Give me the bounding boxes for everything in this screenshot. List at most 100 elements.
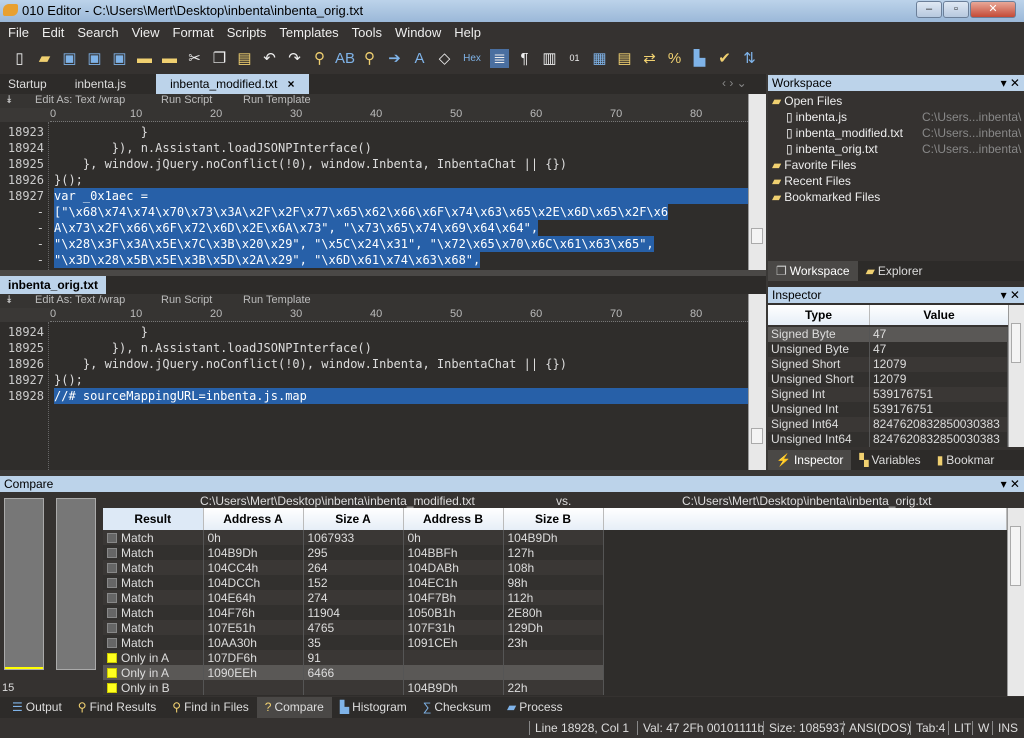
tab-close-icon[interactable]: ×: [288, 77, 295, 91]
menu-edit[interactable]: Edit: [42, 22, 73, 42]
compare-row[interactable]: Match 104B9Dh 295 104BBFh 127h: [103, 545, 1007, 560]
close-icon[interactable]: ▾ ✕: [1001, 288, 1020, 302]
menu-search[interactable]: Search: [77, 22, 127, 42]
menu-file[interactable]: File: [8, 22, 38, 42]
run-template-dropdown[interactable]: Run Template: [243, 94, 311, 106]
tab-inbenta-orig[interactable]: inbenta_orig.txt: [0, 276, 107, 294]
menu-window[interactable]: Window: [395, 22, 450, 42]
favorite-files-node[interactable]: ▰ Favorite Files: [772, 158, 856, 172]
code-line[interactable]: var _0x1aec =: [54, 188, 748, 204]
menu-help[interactable]: Help: [454, 22, 490, 42]
tab-compare[interactable]: ? Compare: [256, 697, 332, 718]
edit-as-dropdown[interactable]: Edit As: Text /wrap: [35, 94, 125, 106]
new-file-icon[interactable]: ▯: [10, 49, 29, 68]
run-template-dropdown[interactable]: Run Template: [243, 294, 311, 306]
tab-inbenta-js[interactable]: inbenta.js: [61, 74, 156, 94]
status-ins[interactable]: INS: [992, 721, 1018, 735]
tab-output[interactable]: ☰ Output: [4, 697, 70, 718]
inspector-scrollbar[interactable]: [1008, 305, 1024, 447]
columns-icon[interactable]: ▥: [540, 49, 559, 68]
status-w[interactable]: W: [972, 721, 989, 735]
inspector-row[interactable]: Signed Short 12079: [768, 357, 1008, 372]
status-encoding[interactable]: ANSI(DOS): [843, 721, 911, 735]
code-line[interactable]: ["\x68\x74\x74\x70\x73\x3A\x2F\x2F\x77\x…: [54, 204, 669, 220]
tab-workspace[interactable]: ❐ Workspace: [768, 261, 858, 281]
code-line[interactable]: }, window.jQuery.noConflict(!0), window.…: [54, 356, 567, 372]
close-icon[interactable]: ▾ ✕: [1001, 477, 1020, 491]
compare-row[interactable]: Match 104DCCh 152 104EC1h 98h: [103, 575, 1007, 590]
goto-icon[interactable]: ➔: [385, 49, 404, 68]
tab-inbenta-modified[interactable]: inbenta_modified.txt ×: [156, 74, 309, 94]
code-line[interactable]: A\x73\x2F\x66\x6F\x72\x6D\x2E\x6A\x73", …: [54, 220, 539, 236]
code-line[interactable]: "\x28\x3F\x3A\x5E\x7C\x3B\x20\x29", "\x5…: [54, 236, 654, 252]
inspector-row[interactable]: Unsigned Short 12079: [768, 372, 1008, 387]
percent-icon[interactable]: %: [665, 49, 684, 68]
compare-minimap-b[interactable]: [56, 498, 96, 670]
code-line[interactable]: //# sourceMappingURL=inbenta.js.map: [54, 388, 748, 404]
tab-find-results[interactable]: ⚲ Find Results: [70, 697, 165, 718]
compare-row[interactable]: Match 104CC4h 264 104DABh 108h: [103, 560, 1007, 575]
open-folder-icon[interactable]: ▰: [35, 49, 54, 68]
histogram-icon[interactable]: ▙: [690, 49, 709, 68]
tab-inspector[interactable]: ⚡ Inspector: [768, 450, 852, 470]
menu-view[interactable]: View: [132, 22, 169, 42]
workspace-file[interactable]: ▯ inbenta_modified.txt C:\Users...inbenta\: [786, 126, 1022, 140]
run-script-dropdown[interactable]: Run Script: [161, 294, 212, 306]
find-in-files-icon[interactable]: ⚲: [360, 49, 379, 68]
swap-icon[interactable]: ⇄: [640, 49, 659, 68]
paste-icon[interactable]: ▤: [235, 49, 254, 68]
folders-icon[interactable]: ▬: [160, 49, 179, 68]
code-line[interactable]: }();: [54, 172, 83, 188]
minimize-button[interactable]: –: [916, 1, 942, 18]
run-script-dropdown[interactable]: Run Script: [161, 94, 212, 106]
inspector-row[interactable]: Unsigned Int64 8247620832850030383: [768, 432, 1008, 447]
menu-tools[interactable]: Tools: [352, 22, 391, 42]
editor-scrollbar[interactable]: [748, 94, 766, 270]
code-line[interactable]: }();: [54, 372, 83, 388]
workspace-file[interactable]: ▯ inbenta.js C:\Users...inbenta\: [786, 110, 1022, 124]
calculator-icon[interactable]: ▦: [590, 49, 609, 68]
maximize-button[interactable]: ▫: [943, 1, 969, 18]
editor-text-area[interactable]: 18923 } 18924 }), n.Assistant.loadJSONPIn…: [0, 122, 748, 270]
open-files-node[interactable]: ▰ Open Files: [772, 94, 842, 108]
copy-icon[interactable]: ❐: [210, 49, 229, 68]
pilcrow-icon[interactable]: ¶: [515, 49, 534, 68]
menu-scripts[interactable]: Scripts: [227, 22, 276, 42]
tab-variables[interactable]: ▚ Variables: [851, 450, 928, 470]
status-lit[interactable]: LIT: [948, 721, 971, 735]
code-line[interactable]: }), n.Assistant.loadJSONPInterface(): [54, 140, 372, 156]
checksum-icon[interactable]: ✔: [715, 49, 734, 68]
menu-format[interactable]: Format: [173, 22, 223, 42]
col-value[interactable]: Value: [870, 305, 1008, 325]
compare-row[interactable]: Match 10AA30h 35 1091CEh 23h: [103, 635, 1007, 650]
editor2-scrollbar[interactable]: [748, 294, 766, 470]
workspace-file[interactable]: ▯ inbenta_orig.txt C:\Users...inbenta\: [786, 142, 1022, 156]
inspector-row[interactable]: Unsigned Byte 47: [768, 342, 1008, 357]
menu-templates[interactable]: Templates: [279, 22, 347, 42]
code-line[interactable]: }: [54, 324, 148, 340]
compare-row[interactable]: Only in A 1090EEh 6466: [103, 665, 1007, 680]
compare-row[interactable]: Match 0h 1067933 0h 104B9Dh: [103, 530, 1007, 545]
compare-row[interactable]: Only in B 104B9Dh 22h: [103, 680, 1007, 695]
compare-row[interactable]: Only in A 107DF6h 91: [103, 650, 1007, 665]
compare-scrollbar[interactable]: [1007, 508, 1024, 696]
compare-row[interactable]: Match 104E64h 274 104F7Bh 112h: [103, 590, 1007, 605]
undo-icon[interactable]: ↶: [260, 49, 279, 68]
tab-startup[interactable]: Startup: [0, 74, 61, 94]
col-size-b[interactable]: Size B: [503, 508, 604, 530]
col-size-a[interactable]: Size A: [303, 508, 404, 530]
open-workspace-icon[interactable]: ▬: [135, 49, 154, 68]
edit-as-dropdown[interactable]: Edit As: Text /wrap: [35, 294, 125, 306]
tab-process[interactable]: ▰ Process: [499, 697, 571, 718]
save-all-icon[interactable]: ▣: [110, 49, 129, 68]
replace-icon[interactable]: AB: [335, 49, 355, 68]
tab-histogram[interactable]: ▙ Histogram: [332, 697, 415, 718]
compare-minimap-a[interactable]: [4, 498, 44, 670]
template-icon[interactable]: ▤: [615, 49, 634, 68]
base-convert-icon[interactable]: ⇅: [740, 49, 759, 68]
binary-icon[interactable]: 01: [565, 49, 584, 68]
compare-row[interactable]: Match 104F76h 11904 1050B1h 2E80h: [103, 605, 1007, 620]
hex-toggle[interactable]: Hex: [460, 49, 484, 68]
col-type[interactable]: Type: [768, 305, 870, 325]
inspector-row[interactable]: Signed Byte 47: [768, 327, 1008, 342]
